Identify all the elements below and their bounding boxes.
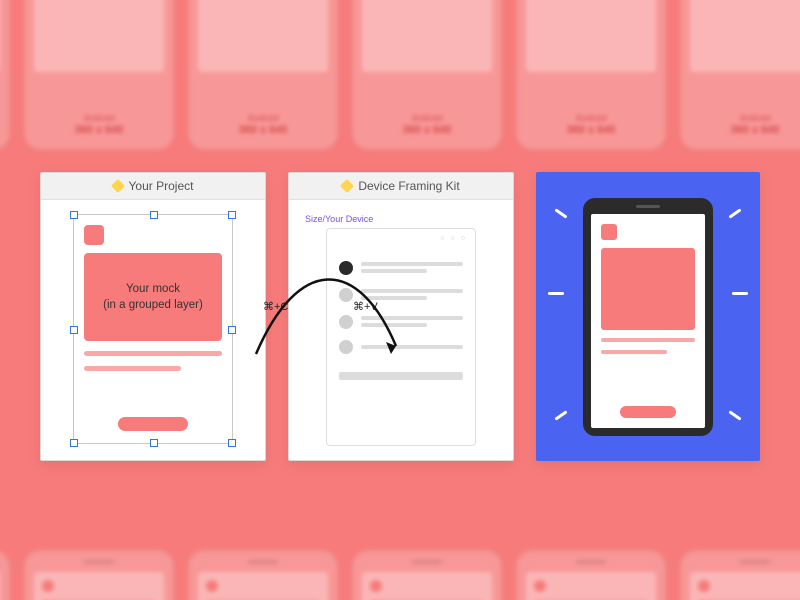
panel-source-project: Your Project Your mock (in a grouped lay… — [40, 172, 266, 461]
panel-kit-header: Device Framing Kit — [289, 173, 513, 200]
emphasis-spark-icon — [554, 208, 567, 218]
bg-device-iphone-plus: iPhone Plus414 x 736 — [188, 550, 338, 600]
emphasis-spark-icon — [732, 292, 748, 295]
bg-device-platform-label: Android — [0, 113, 10, 124]
paste-shortcut-label: ⌘+V — [353, 300, 378, 313]
background-device-row-bottom: iPhone Plus414 x 736 iPhone Plus414 x 73… — [0, 550, 800, 600]
result-device-frame — [583, 198, 713, 436]
bg-device-android: Android360 x 640 — [516, 0, 666, 150]
phone-speaker-icon — [636, 205, 660, 208]
selection-handle-icon — [150, 211, 158, 219]
panel-framed-result — [536, 172, 760, 461]
bg-device-android: Android360 x 640 — [24, 0, 174, 150]
selection-handle-icon — [228, 439, 236, 447]
list-avatar-icon — [339, 261, 353, 275]
selection-handle-icon — [70, 439, 78, 447]
mock-text-line — [84, 351, 222, 356]
result-screen — [591, 214, 705, 428]
bg-device-iphone-plus: iPhone Plus414 x 736 — [680, 550, 800, 600]
emphasis-spark-icon — [728, 208, 741, 218]
mock-caption-text: Your mock (in a grouped layer) — [103, 281, 203, 313]
result-hero-block — [601, 248, 695, 330]
bg-device-iphone-plus: iPhone Plus414 x 736 — [0, 550, 10, 600]
copy-shortcut-label: ⌘+C — [263, 300, 288, 313]
panel-kit-title: Device Framing Kit — [358, 179, 459, 193]
bg-device-android: Android360 x 640 — [352, 0, 502, 150]
result-cta-pill — [620, 406, 676, 418]
bg-device-android: Android360 x 640 — [0, 0, 10, 150]
kit-artboard-size-label: Size/Your Device — [305, 214, 499, 224]
kit-device-template: ○ ○ ○ — [326, 228, 476, 446]
mock-cta-pill — [118, 417, 188, 431]
selection-handle-icon — [70, 211, 78, 219]
bg-device-android: Android360 x 640 — [188, 0, 338, 150]
list-avatar-icon — [339, 340, 353, 354]
background-device-row-top: Android360 x 640 Android360 x 640 Androi… — [0, 0, 800, 150]
selection-handle-icon — [70, 326, 78, 334]
list-avatar-icon — [339, 288, 353, 302]
bg-device-android: Android360 x 640 — [680, 0, 800, 150]
selection-handle-icon — [228, 211, 236, 219]
selection-handle-icon — [150, 439, 158, 447]
mock-hero-block: Your mock (in a grouped layer) — [84, 253, 222, 341]
mock-text-line — [84, 366, 181, 371]
result-text-line — [601, 338, 695, 342]
result-app-logo-icon — [601, 224, 617, 240]
window-traffic-lights-icon: ○ ○ ○ — [440, 235, 467, 242]
diagram-stage: Android360 x 640 Android360 x 640 Androi… — [0, 0, 800, 600]
sketch-diamond-icon — [340, 179, 354, 193]
bg-device-iphone-plus: iPhone Plus414 x 736 — [24, 550, 174, 600]
result-text-line — [601, 350, 667, 354]
emphasis-spark-icon — [548, 292, 564, 295]
emphasis-spark-icon — [554, 410, 567, 420]
bg-device-iphone-plus: iPhone Plus414 x 736 — [516, 550, 666, 600]
panel-source-header: Your Project — [41, 173, 265, 200]
sketch-diamond-icon — [110, 179, 124, 193]
workflow-panels: Your Project Your mock (in a grouped lay… — [40, 172, 760, 461]
kit-bottom-bar — [339, 372, 463, 380]
selection-handle-icon — [228, 326, 236, 334]
list-avatar-icon — [339, 315, 353, 329]
emphasis-spark-icon — [728, 410, 741, 420]
panel-source-title: Your Project — [129, 179, 194, 193]
mock-app-logo-icon — [84, 225, 104, 245]
bg-device-iphone-plus: iPhone Plus414 x 736 — [352, 550, 502, 600]
panel-device-kit: Device Framing Kit Size/Your Device ○ ○ … — [288, 172, 514, 461]
selected-mock-artboard: Your mock (in a grouped layer) — [73, 214, 233, 444]
